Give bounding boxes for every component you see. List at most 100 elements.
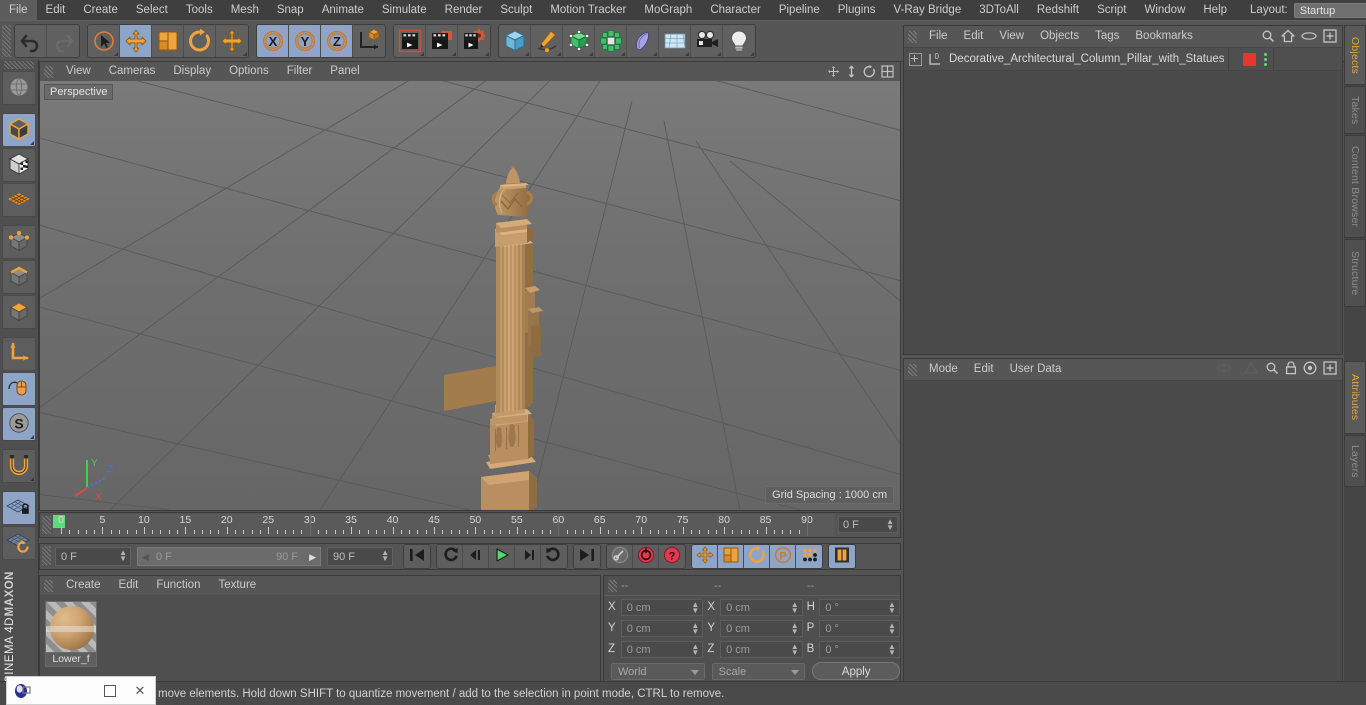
menu-item-3dtoall[interactable]: 3DToAll <box>970 0 1028 20</box>
search-icon[interactable] <box>1261 29 1275 46</box>
add-camera-button[interactable] <box>691 25 723 57</box>
menu-item-character[interactable]: Character <box>701 0 770 20</box>
planar-workplane-rotation-button[interactable] <box>2 526 36 560</box>
stepper-arrows-icon[interactable]: ▲ ▼ <box>691 621 699 635</box>
scale-tool-button[interactable] <box>152 25 184 57</box>
y-axis-lock-button[interactable]: Y <box>289 25 321 57</box>
menu-item-motion-tracker[interactable]: Motion Tracker <box>541 0 635 20</box>
points-mode-button[interactable] <box>2 225 36 259</box>
axis-modification-button[interactable] <box>2 337 36 371</box>
polygons-mode-button[interactable] <box>2 295 36 329</box>
lock-workplane-button[interactable] <box>2 491 36 525</box>
material-menu-function[interactable]: Function <box>147 576 209 595</box>
magnet-button[interactable] <box>2 449 36 483</box>
material-item[interactable]: Lower_f <box>45 601 97 667</box>
object-row[interactable]: 0 Decorative_Architectural_Column_Pillar… <box>904 48 1342 71</box>
object-menu-view[interactable]: View <box>991 26 1032 47</box>
menu-item-vray-bridge[interactable]: V-Ray Bridge <box>884 0 970 20</box>
size-z-field[interactable]: 0 cm ▲ ▼ <box>720 640 803 658</box>
stepper-arrows-icon[interactable]: ▲ ▼ <box>691 642 699 656</box>
menu-item-mesh[interactable]: Mesh <box>222 0 268 20</box>
menu-item-tools[interactable]: Tools <box>177 0 222 20</box>
add-spline-button[interactable] <box>531 25 563 57</box>
add-deformer-button[interactable] <box>627 25 659 57</box>
coordinates-grip[interactable] <box>608 579 617 592</box>
range-prev-icon[interactable]: ◀ <box>142 548 149 567</box>
model-mode-button[interactable] <box>2 113 36 147</box>
material-swatch[interactable] <box>45 601 97 653</box>
zoom-view-icon[interactable] <box>845 65 858 81</box>
stepper-arrows-icon[interactable]: ▲ ▼ <box>888 621 896 635</box>
object-menu-edit[interactable]: Edit <box>956 26 992 47</box>
menu-item-snap[interactable]: Snap <box>268 0 313 20</box>
undo-view-button[interactable] <box>2 71 36 105</box>
viewport-menu-view[interactable]: View <box>57 62 100 81</box>
home-icon[interactable] <box>1281 29 1295 46</box>
live-selection-button[interactable] <box>88 25 120 57</box>
timeline-grip[interactable] <box>42 516 51 534</box>
x-axis-lock-button[interactable]: X <box>257 25 289 57</box>
expand-plus-icon[interactable] <box>909 52 922 66</box>
redo-button[interactable] <box>47 25 79 57</box>
prev-attr-icon[interactable] <box>1215 361 1237 378</box>
viewport-menu-filter[interactable]: Filter <box>278 62 322 81</box>
rotate-tool-button[interactable] <box>184 25 216 57</box>
stepper-arrows-icon[interactable]: ▲ ▼ <box>119 549 127 563</box>
menu-item-select[interactable]: Select <box>127 0 177 20</box>
record-position-button[interactable] <box>692 545 718 568</box>
next-attr-icon[interactable] <box>1243 361 1259 378</box>
texture-mode-button[interactable] <box>2 148 36 182</box>
viewport-menu-grip[interactable] <box>44 65 53 78</box>
attributes-grip[interactable] <box>908 363 917 376</box>
timeline-ruler[interactable]: 051015202530354045505560657075808590 <box>53 514 835 536</box>
viewport-menu-cameras[interactable]: Cameras <box>100 62 165 81</box>
range-next-icon[interactable]: ▶ <box>309 548 316 567</box>
menu-item-simulate[interactable]: Simulate <box>373 0 436 20</box>
object-menu-tags[interactable]: Tags <box>1087 26 1127 47</box>
coordinate-mode-select[interactable]: Scale <box>711 662 806 680</box>
soft-selection-button[interactable]: S <box>2 407 36 441</box>
menu-item-window[interactable]: Window <box>1135 0 1194 20</box>
add-cube-button[interactable] <box>499 25 531 57</box>
menu-item-sculpt[interactable]: Sculpt <box>491 0 541 20</box>
object-menu-bookmarks[interactable]: Bookmarks <box>1127 26 1201 47</box>
move-alt-tool-button[interactable] <box>216 25 248 57</box>
menu-item-mograph[interactable]: MoGraph <box>635 0 701 20</box>
stepper-arrows-icon[interactable]: ▲ ▼ <box>791 600 799 614</box>
viewport-solo-button[interactable] <box>2 372 36 406</box>
viewport-menu-display[interactable]: Display <box>164 62 220 81</box>
timeline-button[interactable] <box>829 545 855 568</box>
coordinate-system-select[interactable]: World <box>611 662 705 680</box>
material-menu-create[interactable]: Create <box>57 576 110 595</box>
viewport-menu-options[interactable]: Options <box>220 62 278 81</box>
next-keyframe-button[interactable] <box>541 545 567 568</box>
material-manager-grip[interactable] <box>44 579 53 592</box>
new-attr-icon[interactable] <box>1323 361 1337 378</box>
menu-item-edit[interactable]: Edit <box>37 0 75 20</box>
move-tool-button[interactable] <box>120 25 152 57</box>
close-button[interactable]: ✕ <box>125 677 155 704</box>
edges-mode-button[interactable] <box>2 260 36 294</box>
status-badge[interactable] <box>1243 52 1256 66</box>
workplane-mode-button[interactable] <box>2 183 36 217</box>
world-coordinates-button[interactable] <box>353 25 385 57</box>
stepper-arrows-icon[interactable]: ▲ ▼ <box>888 600 896 614</box>
layout-select[interactable]: Startup <box>1293 2 1366 18</box>
frame-current-field[interactable]: 0 F ▲ ▼ <box>55 547 131 566</box>
rotate-view-icon[interactable] <box>863 65 876 81</box>
floating-window-titlebar[interactable]: ✕ <box>6 676 156 705</box>
z-axis-lock-button[interactable]: Z <box>321 25 353 57</box>
frame-max-field[interactable]: 90 F ▲ ▼ <box>327 547 393 566</box>
viewport-canvas[interactable]: Perspective Grid Spacing : 1000 cm Y X Z <box>40 81 900 510</box>
viewport-menu-panel[interactable]: Panel <box>321 62 368 81</box>
attributes-menu-edit[interactable]: Edit <box>966 359 1002 380</box>
menu-item-file[interactable]: File <box>0 0 37 20</box>
visibility-dots-icon[interactable] <box>1261 52 1270 66</box>
target-icon[interactable] <box>1303 361 1317 378</box>
play-button[interactable] <box>489 545 515 568</box>
menu-item-plugins[interactable]: Plugins <box>829 0 885 20</box>
point-level-animation-button[interactable] <box>796 545 822 568</box>
prev-keyframe-button[interactable] <box>437 545 463 568</box>
rotation-h-field[interactable]: 0 ° ▲ ▼ <box>819 598 900 616</box>
menu-item-redshift[interactable]: Redshift <box>1028 0 1088 20</box>
